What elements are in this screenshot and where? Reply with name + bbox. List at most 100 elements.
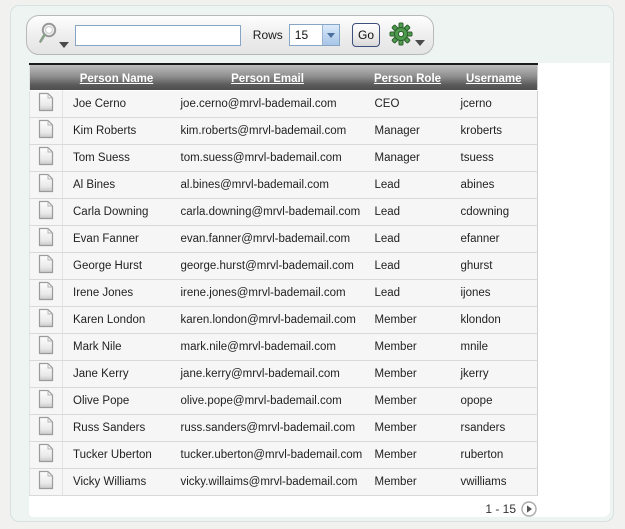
table-row: George Hurst george.hurst@mrvl-bademail.… [30,252,538,279]
person-name-cell: Tucker Uberton [63,441,171,468]
row-icon-cell [30,306,63,333]
username-cell: jcerno [451,90,538,117]
person-name-cell: Carla Downing [63,198,171,225]
row-icon-cell [30,198,63,225]
row-detail-button[interactable] [38,146,54,166]
table-row: Irene Jones irene.jones@mrvl-bademail.co… [30,279,538,306]
person-email-cell: al.bines@mrvl-bademail.com [171,171,365,198]
report-table-wrapper: Person Name Person Email Person Role Use… [29,63,537,496]
person-email-cell: olive.pope@mrvl-bademail.com [171,387,365,414]
table-row: Vicky Williams vicky.willaims@mrvl-badem… [30,468,538,495]
table-row: Tom Suess tom.suess@mrvl-bademail.com Ma… [30,144,538,171]
row-detail-button[interactable] [38,254,54,274]
column-header-person-name[interactable]: Person Name [63,64,171,90]
row-detail-button[interactable] [38,281,54,301]
row-detail-button[interactable] [38,335,54,355]
person-email-cell: george.hurst@mrvl-bademail.com [171,252,365,279]
row-icon-cell [30,225,63,252]
table-row: Al Bines al.bines@mrvl-bademail.com Lead… [30,171,538,198]
document-icon [38,100,54,115]
person-role-cell: Member [365,468,451,495]
row-detail-button[interactable] [38,362,54,382]
person-role-cell: Lead [365,171,451,198]
row-icon-cell [30,171,63,198]
document-icon [38,397,54,412]
person-email-cell: tucker.uberton@mrvl-bademail.com [171,441,365,468]
person-name-cell: Karen London [63,306,171,333]
column-header-person-email[interactable]: Person Email [171,64,365,90]
document-icon [38,181,54,196]
row-detail-button[interactable] [38,119,54,139]
person-email-cell: karen.london@mrvl-bademail.com [171,306,365,333]
person-role-cell: Lead [365,198,451,225]
username-cell: jkerry [451,360,538,387]
person-role-cell: Manager [365,144,451,171]
username-cell: mnile [451,333,538,360]
person-role-cell: Manager [365,117,451,144]
document-icon [38,424,54,439]
report-region-panel: Rows 15 Go [10,5,614,522]
person-name-cell: Vicky Williams [63,468,171,495]
row-icon-cell [30,414,63,441]
person-role-cell: Member [365,360,451,387]
row-detail-button[interactable] [38,200,54,220]
username-cell: vwilliams [451,468,538,495]
row-detail-button[interactable] [38,443,54,463]
row-icon-cell [30,333,63,360]
username-cell: cdowning [451,198,538,225]
row-detail-button[interactable] [38,470,54,490]
row-icon-cell [30,360,63,387]
select-arrow-icon[interactable] [322,25,339,45]
person-email-cell: jane.kerry@mrvl-bademail.com [171,360,365,387]
person-email-cell: irene.jones@mrvl-bademail.com [171,279,365,306]
document-icon [38,316,54,331]
table-row: Russ Sanders russ.sanders@mrvl-bademail.… [30,414,538,441]
document-icon [38,370,54,385]
person-role-cell: Member [365,414,451,441]
row-detail-button[interactable] [38,389,54,409]
row-icon-cell [30,279,63,306]
row-detail-button[interactable] [38,416,54,436]
rows-select[interactable]: 15 [289,24,340,46]
actions-menu-button[interactable] [389,22,425,49]
row-detail-button[interactable] [38,308,54,328]
document-icon [38,343,54,358]
table-header-row: Person Name Person Email Person Role Use… [30,64,538,90]
row-detail-button[interactable] [38,227,54,247]
row-icon-cell [30,90,63,117]
row-detail-button[interactable] [38,173,54,193]
table-row: Olive Pope olive.pope@mrvl-bademail.com … [30,387,538,414]
row-detail-button[interactable] [38,92,54,112]
next-page-button[interactable] [521,501,537,517]
table-row: Jane Kerry jane.kerry@mrvl-bademail.com … [30,360,538,387]
person-name-cell: Mark Nile [63,333,171,360]
search-input[interactable] [75,25,241,46]
document-icon [38,289,54,304]
column-header-username[interactable]: Username [451,64,538,90]
person-name-cell: Olive Pope [63,387,171,414]
row-icon-cell [30,144,63,171]
username-cell: abines [451,171,538,198]
person-role-cell: CEO [365,90,451,117]
username-cell: tsuess [451,144,538,171]
row-icon-cell [30,468,63,495]
row-icon-cell [30,387,63,414]
document-icon [38,262,54,277]
person-email-cell: russ.sanders@mrvl-bademail.com [171,414,365,441]
pagination: 1 - 15 [29,495,537,523]
username-cell: ruberton [451,441,538,468]
table-row: Carla Downing carla.downing@mrvl-bademai… [30,198,538,225]
person-name-cell: Tom Suess [63,144,171,171]
table-row: Tucker Uberton tucker.uberton@mrvl-badem… [30,441,538,468]
person-name-cell: Joe Cerno [63,90,171,117]
table-row: Kim Roberts kim.roberts@mrvl-bademail.co… [30,117,538,144]
document-icon [38,478,54,493]
person-name-cell: Russ Sanders [63,414,171,441]
person-email-cell: evan.fanner@mrvl-bademail.com [171,225,365,252]
search-options-button[interactable] [37,21,69,50]
go-button[interactable]: Go [352,23,380,47]
column-header-person-role[interactable]: Person Role [365,64,451,90]
pagination-range-label: 1 - 15 [485,502,516,516]
table-body: Joe Cerno joe.cerno@mrvl-bademail.com CE… [30,90,538,495]
username-cell: ijones [451,279,538,306]
